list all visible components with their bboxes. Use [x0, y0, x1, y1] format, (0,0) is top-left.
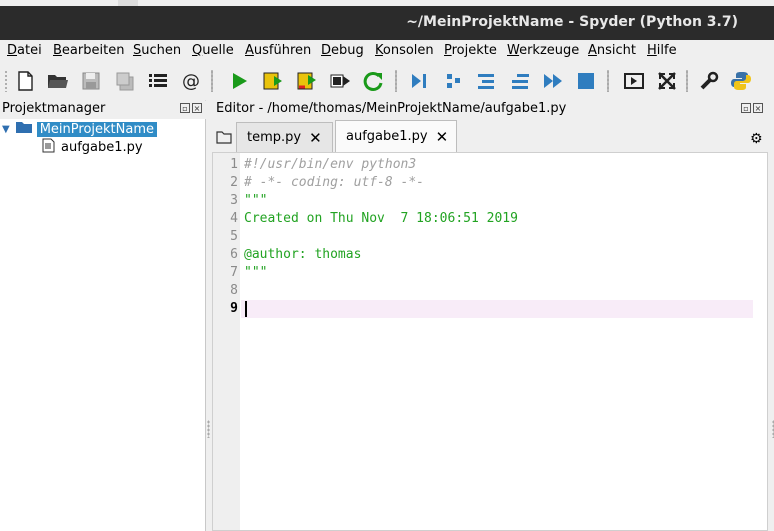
- editor-pane: Editor - /home/thomas/MeinProjektName/au…: [206, 100, 774, 531]
- project-manager-pane: Projektmanager ▫ × ▼ MeinProjektName auf…: [0, 100, 206, 531]
- line-number: 7: [230, 265, 238, 280]
- line-number: 4: [230, 211, 238, 226]
- title-bar: ~/MeinProjektName - Spyder (Python 3.7): [0, 6, 774, 40]
- code-line: @author: thomas: [244, 247, 362, 262]
- close-tab-icon[interactable]: ✕: [309, 129, 322, 147]
- project-tree: ▼ MeinProjektName aufgabe1.py: [0, 119, 206, 531]
- tree-item-root[interactable]: ▼ MeinProjektName: [2, 120, 157, 138]
- toolbar-separator: [686, 70, 688, 92]
- step-return-icon[interactable]: [507, 68, 533, 94]
- window-title: ~/MeinProjektName - Spyder (Python 3.7): [406, 14, 738, 30]
- undock-icon[interactable]: ▫: [741, 103, 751, 113]
- code-line: # -*- coding: utf-8 -*-: [244, 175, 425, 190]
- tab-temp-py[interactable]: temp.py ✕: [236, 122, 333, 152]
- current-line-highlight: [241, 300, 753, 318]
- menu-bar: Datei Bearbeiten Suchen Quelle Ausführen…: [0, 40, 774, 62]
- toolbar-separator: [395, 70, 397, 92]
- wrench-icon[interactable]: [696, 68, 722, 94]
- splitter-handle[interactable]: [207, 420, 210, 438]
- step-icon[interactable]: [440, 68, 466, 94]
- toolbar-grip[interactable]: [4, 70, 8, 92]
- save-all-icon[interactable]: [112, 68, 138, 94]
- tab-aufgabe1-py[interactable]: aufgabe1.py ✕: [335, 120, 457, 152]
- tree-item-file[interactable]: aufgabe1.py: [42, 138, 143, 156]
- project-manager-title: Projektmanager: [2, 101, 106, 116]
- toolbar: @: [0, 62, 774, 101]
- close-pane-icon[interactable]: ×: [753, 103, 763, 113]
- project-manager-header: Projektmanager ▫ ×: [0, 100, 205, 118]
- undock-icon[interactable]: ▫: [180, 103, 190, 113]
- continue-icon[interactable]: [540, 68, 566, 94]
- run-cell-advance-icon[interactable]: [294, 68, 320, 94]
- line-number: 3: [230, 193, 238, 208]
- open-folder-icon[interactable]: [44, 68, 70, 94]
- menu-quelle[interactable]: Quelle: [192, 43, 234, 58]
- run-selection-icon[interactable]: [327, 68, 353, 94]
- run-cell-icon[interactable]: [260, 68, 286, 94]
- line-number: 2: [230, 175, 238, 190]
- editor-title: Editor - /home/thomas/MeinProjektName/au…: [216, 101, 567, 116]
- menu-werkzeuge[interactable]: Werkzeuge: [507, 43, 579, 58]
- tree-item-label: aufgabe1.py: [61, 139, 143, 155]
- at-icon[interactable]: @: [178, 68, 204, 94]
- code-line: #!/usr/bin/env python3: [244, 157, 417, 172]
- tree-item-label: MeinProjektName: [36, 121, 157, 137]
- toolbar-separator: [607, 70, 609, 92]
- menu-debug[interactable]: Debug: [321, 43, 364, 58]
- gear-icon[interactable]: ⚙: [750, 131, 763, 147]
- stop-icon[interactable]: [573, 68, 599, 94]
- editor-tabs: temp.py ✕ aufgabe1.py ✕ ⚙: [206, 120, 774, 152]
- tab-label: aufgabe1.py: [346, 129, 428, 144]
- tab-label: temp.py: [247, 130, 302, 145]
- menu-bearbeiten[interactable]: Bearbeiten: [53, 43, 124, 58]
- debug-icon[interactable]: [406, 68, 432, 94]
- menu-projekte[interactable]: Projekte: [444, 43, 497, 58]
- line-number: 1: [230, 157, 238, 172]
- code-line: Created on Thu Nov 7 18:06:51 2019: [244, 211, 518, 226]
- browse-tabs-icon[interactable]: [216, 130, 232, 148]
- code-editor[interactable]: 1 2 3 4 5 6 7 8 9 #!/usr/bin/env python3…: [212, 152, 768, 531]
- menu-ausfuehren[interactable]: Ausführen: [245, 43, 311, 58]
- menu-hilfe[interactable]: Hilfe: [647, 43, 677, 58]
- menu-konsolen[interactable]: Konsolen: [375, 43, 434, 58]
- close-pane-icon[interactable]: ×: [192, 103, 202, 113]
- pane-buttons: ▫ ×: [741, 103, 763, 113]
- pane-buttons: ▫ ×: [180, 103, 202, 113]
- code-line: """: [244, 193, 268, 208]
- line-number: 6: [230, 247, 238, 262]
- folder-icon: [15, 121, 32, 137]
- python-icon[interactable]: [728, 68, 754, 94]
- expand-arrow-icon[interactable]: ▼: [2, 124, 10, 135]
- list-icon[interactable]: [145, 68, 171, 94]
- file-icon: [42, 138, 55, 157]
- maximize-pane-icon[interactable]: [621, 68, 647, 94]
- line-number: 5: [230, 229, 238, 244]
- menu-suchen[interactable]: Suchen: [133, 43, 181, 58]
- save-icon[interactable]: [78, 68, 104, 94]
- line-number: 8: [230, 283, 238, 298]
- toolbar-separator: [211, 70, 213, 92]
- svg-text:@: @: [182, 71, 200, 92]
- fullscreen-icon[interactable]: [654, 68, 680, 94]
- new-file-icon[interactable]: [12, 68, 38, 94]
- code-line: """: [244, 265, 268, 280]
- rerun-icon[interactable]: [360, 68, 386, 94]
- menu-ansicht[interactable]: Ansicht: [588, 43, 636, 58]
- step-into-icon[interactable]: [473, 68, 499, 94]
- close-tab-icon[interactable]: ✕: [436, 128, 449, 146]
- line-number-gutter: 1 2 3 4 5 6 7 8 9: [213, 153, 240, 530]
- editor-header: Editor - /home/thomas/MeinProjektName/au…: [206, 100, 774, 118]
- menu-datei[interactable]: Datei: [7, 43, 42, 58]
- line-number-current: 9: [230, 301, 238, 316]
- text-caret: [245, 301, 247, 317]
- run-icon[interactable]: [226, 68, 252, 94]
